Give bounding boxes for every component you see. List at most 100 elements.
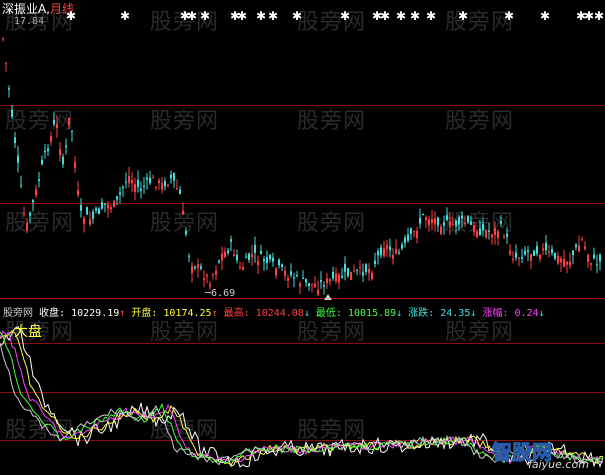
candle-body (374, 260, 376, 264)
candle-body (23, 213, 25, 215)
low-marker-label: ─6.69 (205, 288, 236, 299)
candle-body (596, 264, 598, 266)
candle-body (317, 289, 319, 295)
candle-body (77, 190, 79, 195)
stats-title: 股旁网 (3, 308, 33, 319)
candle-body (191, 265, 193, 274)
candle-body (239, 267, 241, 269)
stock-chart-window: 股旁网 股旁网 股旁网 股旁网 股旁网 股旁网 股旁网 股旁网 股旁网 股旁网 … (0, 0, 605, 475)
candle-body (341, 276, 343, 278)
candle-body (359, 267, 361, 269)
candle-body (29, 212, 31, 216)
candle-body (209, 284, 211, 287)
candle-body (11, 109, 13, 117)
candle-body (569, 261, 571, 266)
candle-body (422, 213, 424, 215)
candle-body (80, 205, 82, 211)
candle-body (584, 246, 586, 249)
candle-body (494, 228, 496, 235)
candle-body (227, 250, 229, 253)
low-label: 最低 (315, 308, 336, 319)
candle-body (137, 180, 139, 187)
candle-body (548, 251, 550, 253)
candle-body (425, 217, 427, 220)
candle-body (146, 177, 148, 180)
candle-body (230, 239, 232, 242)
candle-body (266, 257, 268, 263)
candle-body (398, 252, 400, 254)
candle-body (206, 274, 208, 277)
candle-body (389, 246, 391, 250)
candle-body (491, 234, 493, 238)
candle-body (245, 257, 247, 259)
candle-body (518, 257, 520, 259)
candle-body (110, 207, 112, 210)
candle-body (383, 248, 385, 257)
candle-body (71, 130, 73, 132)
candle-body (167, 184, 169, 186)
candle-body (278, 259, 280, 266)
candle-body (557, 256, 559, 264)
candle-body (401, 244, 403, 249)
candle-body (353, 270, 355, 272)
candle-body (188, 255, 190, 257)
candle-body (89, 219, 91, 225)
candle-body (308, 283, 310, 286)
candle-body (482, 223, 484, 231)
candle-body (221, 253, 223, 261)
candle-body (587, 254, 589, 262)
candle-body (248, 253, 250, 260)
candle-body (113, 200, 115, 207)
candle-body (431, 219, 433, 224)
candle-body (461, 215, 463, 219)
candle-body (104, 203, 106, 205)
candle-body (395, 249, 397, 254)
candle-body (533, 250, 535, 256)
candle-body (542, 248, 544, 251)
candle-body (377, 251, 379, 256)
candle-body (47, 148, 49, 152)
candle-body (458, 216, 460, 225)
candle-body (578, 245, 580, 252)
candle-body (446, 215, 448, 220)
candle-body (152, 177, 154, 179)
candle-body (62, 156, 64, 165)
candle-body (68, 117, 70, 125)
candle-body (479, 228, 481, 236)
close-label: 收盘 (39, 308, 60, 319)
candle-body (182, 210, 184, 215)
candle-body (443, 222, 445, 226)
candle-body (5, 62, 7, 64)
candle-body (17, 155, 19, 163)
cursor-triangle-icon (324, 294, 332, 300)
candle-body (161, 183, 163, 190)
candle-body (464, 223, 466, 225)
candle-body (251, 254, 253, 258)
stats-bar: 股旁网 收盘: 10229.19↑ 开盘: 10174.25↑ 最高: 1024… (3, 308, 545, 319)
candle-body (407, 234, 409, 241)
candle-body (140, 188, 142, 191)
candle-body (287, 277, 289, 281)
candle-body (44, 150, 46, 153)
candle-body (41, 159, 43, 165)
candle-body (281, 264, 283, 268)
high-label: 最高 (223, 308, 244, 319)
candle-body (164, 181, 166, 187)
candle-body (437, 217, 439, 226)
candle-body (107, 204, 109, 209)
candle-body (524, 250, 526, 255)
candle-body (299, 283, 301, 287)
change-label: 涨跌 (408, 308, 429, 319)
candle-body (242, 267, 244, 270)
candle-body (35, 189, 37, 196)
candle-body (581, 239, 583, 241)
candle-body (575, 244, 577, 248)
candle-body (332, 271, 334, 279)
candle-body (500, 221, 502, 224)
candle-body (98, 208, 100, 215)
candle-body (449, 221, 451, 227)
candle-body (86, 207, 88, 215)
candle-body (14, 137, 16, 143)
candle-body (32, 199, 34, 203)
candle-body (233, 254, 235, 257)
